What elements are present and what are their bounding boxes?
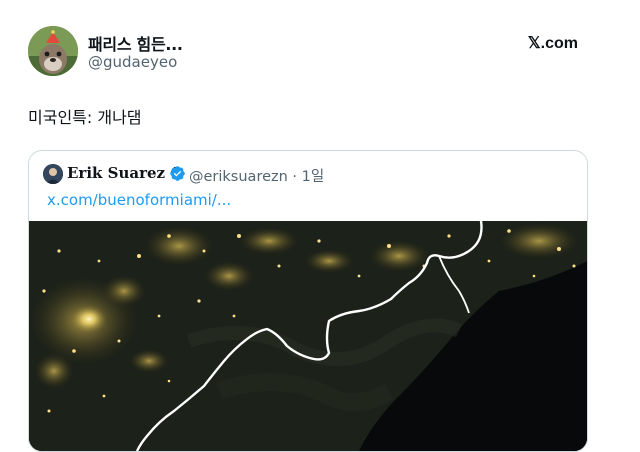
author-handle[interactable]: @gudaeyeo (88, 53, 177, 71)
otter-avatar-icon (28, 26, 78, 76)
quote-link[interactable]: x.com/buenoformiami/... (47, 191, 231, 209)
quote-author-avatar[interactable] (43, 164, 63, 184)
quote-handle-and-time[interactable]: @eriksuarezn · 1일 (189, 165, 324, 186)
night-satellite-map-image (29, 220, 587, 451)
person-avatar-icon (43, 164, 63, 184)
tweet-text: 미국인특: 개나댐 (28, 108, 142, 127)
author-avatar[interactable] (28, 26, 78, 76)
author-display-name[interactable]: 패리스 힘든... (88, 31, 183, 55)
x-logo[interactable]: 𝕏.com (528, 33, 578, 53)
quote-media-image[interactable] (29, 220, 587, 451)
quoted-tweet-card[interactable]: Erik Suarez Φ @eriksuarezn · 1일 x.com/bu… (28, 150, 588, 452)
quote-author-name[interactable]: Erik Suarez Φ (67, 164, 183, 182)
verified-badge-icon (170, 166, 185, 181)
